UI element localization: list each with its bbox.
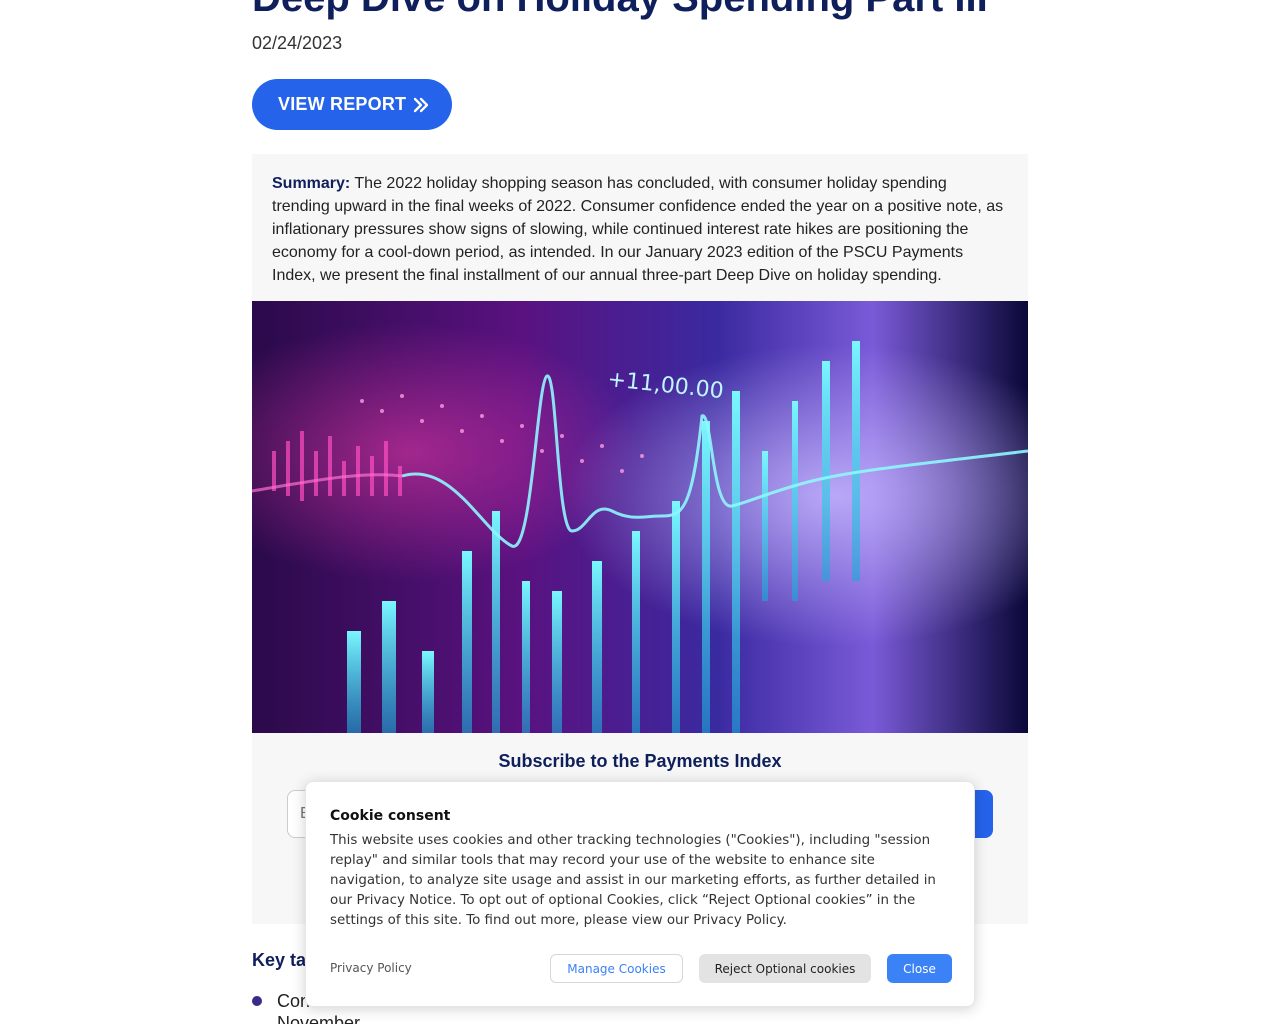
bullet-icon [252,996,262,1006]
post-date: 02/24/2023 [252,33,343,53]
close-button[interactable]: Close [887,954,952,983]
list-item-text-continued: November [277,1013,361,1024]
reject-optional-cookies-button[interactable]: Reject Optional cookies [699,954,871,983]
cookie-consent-text: This website uses cookies and other trac… [330,833,936,928]
manage-cookies-button[interactable]: Manage Cookies [550,954,683,983]
hero-chart-image: +11,00.00 [252,301,1028,733]
view-report-label: VIEW REPORT [278,94,407,114]
summary-label: Summary: [272,175,351,192]
page-title: Deep Dive on Holiday Spending Part III [252,0,988,22]
key-takeaways-title: Key ta [252,950,307,970]
cookie-consent-dialog: Cookie consent This website uses cookies… [305,781,975,1007]
double-chevron-right-icon [412,96,430,114]
privacy-policy-link[interactable]: Privacy Policy [330,961,412,975]
view-report-button[interactable]: VIEW REPORT [252,79,452,130]
summary-text: The 2022 holiday shopping season has con… [272,175,1004,284]
summary-box: Summary: The 2022 holiday shopping seaso… [252,154,1028,301]
subscribe-title: Subscribe to the Payments Index [498,751,782,771]
cookie-consent-title: Cookie consent [330,808,451,824]
